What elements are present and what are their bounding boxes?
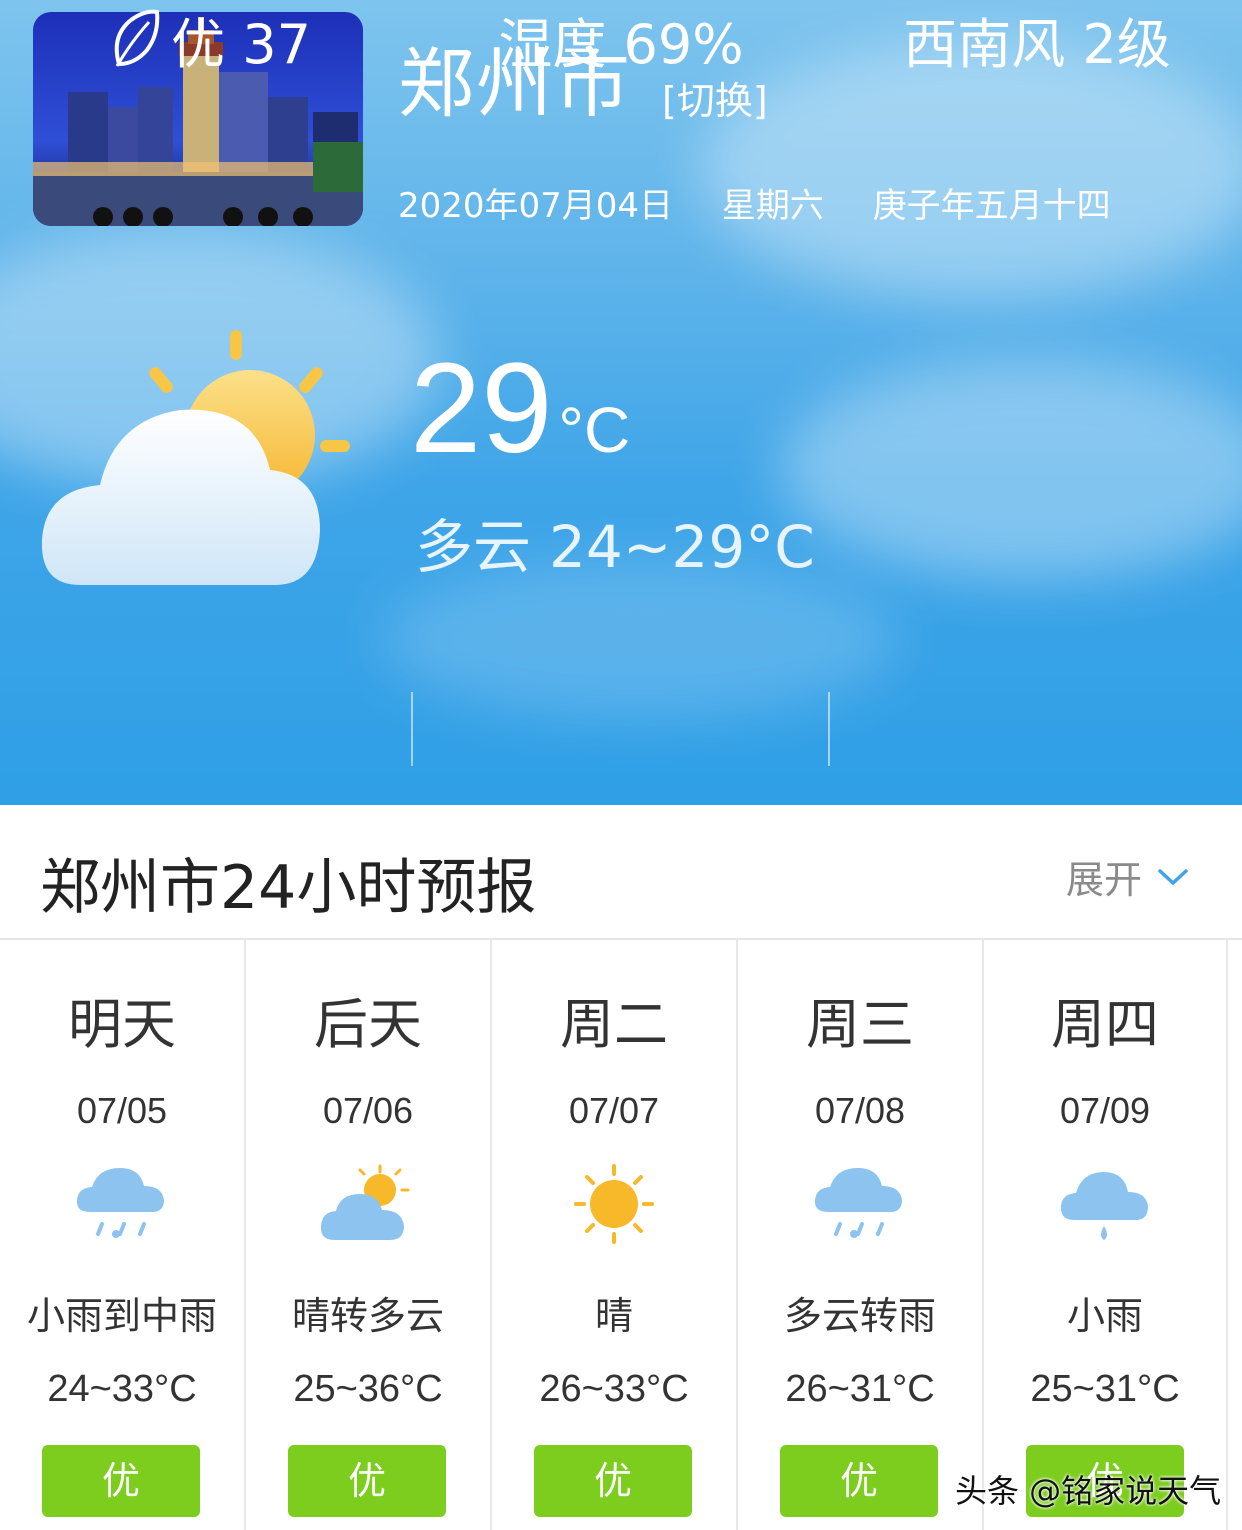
leaf-icon [114, 9, 160, 67]
sun-icon [564, 1160, 664, 1250]
chevron-down-icon [1158, 868, 1188, 885]
current-condition: 多云 24~29°C [415, 500, 833, 584]
temperature-value: 29 [410, 337, 553, 480]
divider [411, 692, 413, 766]
day-date: 07/06 [322, 1090, 414, 1131]
day-name: 后天 [314, 993, 422, 1056]
daily-forecast: 明天 07/05 小雨到中雨 24~33°C 优 后天 07/06 晴转多云 2… [0, 940, 1242, 1530]
weekday-text: 星期六 [721, 186, 824, 226]
day-name: 明天 [68, 993, 176, 1056]
aqi-badge[interactable]: 优 [534, 1445, 692, 1517]
partly-cloudy-icon [318, 1160, 418, 1250]
day-temperature: 24~33°C [47, 1368, 197, 1410]
date-row: 2020年07月04日 星期六 庚子年五月十四 [398, 178, 1149, 227]
lunar-date-text: 庚子年五月十四 [872, 186, 1111, 226]
day-temperature: 26~31°C [785, 1368, 935, 1410]
light-rain-icon [1056, 1160, 1156, 1250]
date-text: 2020年07月04日 [398, 186, 674, 226]
weather-hero: 郑州市 [切换] 2020年07月04日 星期六 庚子年五月十四 29°C 多云… [0, 0, 1242, 805]
day-date: 07/08 [814, 1090, 906, 1131]
aqi-badge[interactable]: 优 [780, 1445, 938, 1517]
expand-button[interactable]: 展开 [1066, 849, 1190, 904]
day-condition: 小雨到中雨 [26, 1294, 217, 1338]
watermark: 头条 @铭家说天气 [955, 1472, 1222, 1510]
wind-stat: 西南风 2级 [903, 12, 1171, 76]
forecast-day[interactable]: 明天 07/05 小雨到中雨 24~33°C 优 [0, 940, 246, 1530]
divider [828, 692, 830, 766]
day-date: 07/07 [568, 1090, 660, 1131]
bg-cloud [700, 40, 1242, 300]
forecast-title: 郑州市24小时预报 [40, 853, 537, 923]
temperature-unit: °C [558, 394, 631, 466]
aqi-badge[interactable]: 优 [288, 1445, 446, 1517]
day-name: 周二 [560, 993, 668, 1056]
aqi-badge[interactable]: 优 [42, 1445, 200, 1517]
humidity-stat: 湿度 69% [498, 12, 744, 76]
day-date: 07/05 [76, 1090, 168, 1131]
rain-cloud-icon [72, 1160, 172, 1250]
partly-cloudy-icon [40, 325, 360, 595]
forecast-day[interactable]: 周三 07/08 多云转雨 26~31°C 优 [738, 940, 984, 1530]
condition-text: 多云 [415, 513, 532, 581]
day-temperature: 25~36°C [293, 1368, 443, 1410]
day-temperature: 26~33°C [539, 1368, 689, 1410]
expand-label: 展开 [1065, 858, 1142, 902]
day-name: 周四 [1051, 993, 1159, 1056]
forecast-day[interactable]: 周二 07/07 晴 26~33°C 优 [492, 940, 738, 1530]
rain-cloud-icon [810, 1160, 910, 1250]
day-date: 07/09 [1059, 1090, 1151, 1131]
day-condition: 小雨 [1066, 1294, 1143, 1338]
forecast-day[interactable]: 周四 07/09 小雨 25~31°C 优 [984, 940, 1228, 1530]
day-name: 周三 [806, 993, 914, 1056]
day-condition: 晴转多云 [291, 1294, 444, 1338]
temperature-range: 24~29°C [549, 513, 815, 581]
aqi-stat[interactable]: 优 37 [60, 0, 360, 78]
day-temperature: 25~31°C [1030, 1368, 1180, 1410]
day-condition: 晴 [594, 1294, 633, 1338]
current-temperature: 29°C [410, 335, 630, 482]
bg-cloud [780, 360, 1242, 580]
day-condition: 多云转雨 [783, 1294, 936, 1338]
bg-cloud [380, 560, 900, 720]
forecast-header: 郑州市24小时预报 展开 [0, 805, 1242, 940]
aqi-value: 优 37 [171, 12, 311, 76]
forecast-day[interactable]: 后天 07/06 晴转多云 25~36°C 优 [246, 940, 492, 1530]
